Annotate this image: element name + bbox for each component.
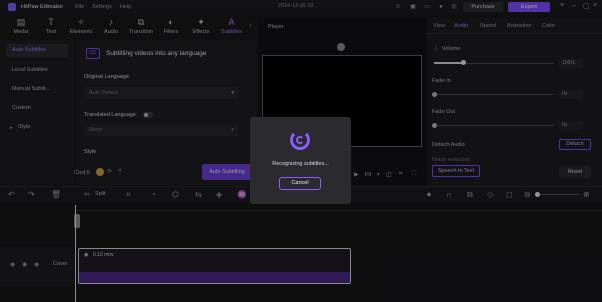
loading-spinner-inner-icon bbox=[296, 136, 304, 144]
cancel-button[interactable]: Cancel bbox=[279, 177, 321, 190]
app-window: HitPaw Edimakor File Settings Help 2024-… bbox=[0, 0, 602, 302]
dialog-message: Recognizing subtitles... bbox=[272, 161, 329, 167]
